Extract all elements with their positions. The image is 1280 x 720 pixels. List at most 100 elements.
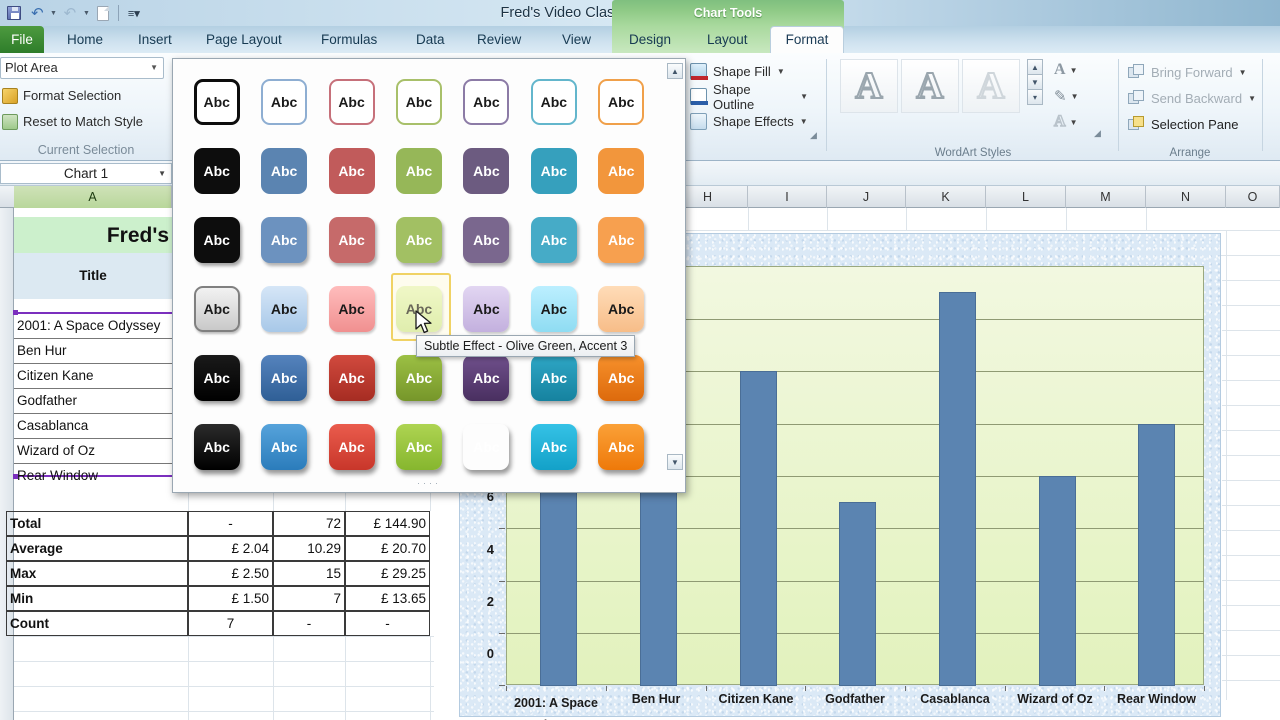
summary-price-total[interactable]: - xyxy=(188,511,273,536)
tab-layout[interactable]: Layout xyxy=(696,26,759,53)
summary-value-max[interactable]: £ 29.25 xyxy=(345,561,430,586)
style-swatch-5-3[interactable]: Abc xyxy=(318,343,385,412)
quick-access-toolbar[interactable]: ↷ ▼ ↶ ▼ ≡▾ xyxy=(4,2,144,24)
summary-label-max[interactable]: Max xyxy=(6,561,188,586)
gallery-scrollbar[interactable]: ▲ ▼ xyxy=(667,63,683,470)
summary-count-total[interactable]: 72 xyxy=(273,511,345,536)
style-swatch-6-5[interactable]: Abc xyxy=(453,412,520,481)
summary-label-average[interactable]: Average xyxy=(6,536,188,561)
summary-value-total[interactable]: £ 144.90 xyxy=(345,511,430,536)
column-header-j[interactable]: J xyxy=(827,186,906,208)
chevron-down-icon[interactable]: ▼ xyxy=(1070,66,1078,75)
shape-outline-button[interactable]: Shape Outline ▼ xyxy=(690,82,808,112)
redo-icon[interactable]: ↶ xyxy=(60,3,80,23)
summary-price-max[interactable]: £ 2.50 xyxy=(188,561,273,586)
chevron-down-icon[interactable]: ▼ xyxy=(800,117,808,126)
tab-review[interactable]: Review xyxy=(466,26,532,53)
bar-wizard-of-oz[interactable] xyxy=(1039,476,1076,686)
chevron-down-icon[interactable]: ▼ xyxy=(150,58,158,78)
gallery-resize-grip[interactable]: ···· xyxy=(173,478,685,488)
new-document-icon[interactable] xyxy=(93,3,113,23)
table-row[interactable]: 2001: A Space Odyssey xyxy=(14,314,172,339)
summary-price-count[interactable]: 7 xyxy=(188,611,273,636)
wordart-gallery-more-icon[interactable]: ▾ xyxy=(1027,89,1043,105)
style-swatch-6-7[interactable]: Abc xyxy=(588,412,655,481)
chevron-down-icon[interactable]: ▼ xyxy=(158,164,166,183)
style-swatch-1-4[interactable]: Abc xyxy=(385,67,452,136)
tab-format[interactable]: Format xyxy=(770,26,844,54)
column-header-a[interactable]: A xyxy=(14,186,172,208)
style-swatch-3-5[interactable]: Abc xyxy=(453,205,520,274)
summary-count-count[interactable]: - xyxy=(273,611,345,636)
bar-godfather[interactable] xyxy=(839,502,876,686)
tab-view[interactable]: View xyxy=(551,26,602,53)
undo-dropdown-icon[interactable]: ▼ xyxy=(50,10,57,17)
summary-label-min[interactable]: Min xyxy=(6,586,188,611)
column-header-l[interactable]: L xyxy=(986,186,1066,208)
tab-data[interactable]: Data xyxy=(405,26,456,53)
text-outline-button[interactable]: ✎ ▼ xyxy=(1054,83,1079,109)
bar-casablanca[interactable] xyxy=(939,292,976,686)
table-row[interactable]: Casablanca xyxy=(14,414,172,439)
style-swatch-4-3[interactable]: Abc xyxy=(318,274,385,343)
table-row[interactable]: Citizen Kane xyxy=(14,364,172,389)
bar-citizen-kane[interactable] xyxy=(740,371,777,686)
style-swatch-4-7[interactable]: Abc xyxy=(588,274,655,343)
style-swatch-3-4[interactable]: Abc xyxy=(385,205,452,274)
send-backward-button[interactable]: Send Backward ▼ xyxy=(1128,85,1256,111)
wordart-scroll-down-icon[interactable]: ▼ xyxy=(1027,74,1043,90)
summary-price-average[interactable]: £ 2.04 xyxy=(188,536,273,561)
shape-effects-button[interactable]: Shape Effects ▼ xyxy=(690,109,808,134)
chevron-down-icon[interactable]: ▼ xyxy=(1071,92,1079,101)
summary-price-min[interactable]: £ 1.50 xyxy=(188,586,273,611)
chevron-down-icon[interactable]: ▼ xyxy=(800,92,808,101)
style-swatch-1-5[interactable]: Abc xyxy=(453,67,520,136)
shape-fill-button[interactable]: Shape Fill ▼ xyxy=(690,59,808,84)
summary-label-count[interactable]: Count xyxy=(6,611,188,636)
wordart-gallery-scroll[interactable]: ▲ ▼ ▾ xyxy=(1027,59,1043,105)
shape-styles-gallery-popup[interactable]: Abc Abc Abc Abc Abc Abc Abc Abc Abc Abc … xyxy=(172,58,686,493)
style-swatch-2-1[interactable]: Abc xyxy=(183,136,250,205)
table-row[interactable]: Godfather xyxy=(14,389,172,414)
style-swatch-3-3[interactable]: Abc xyxy=(318,205,385,274)
shape-styles-grid[interactable]: Abc Abc Abc Abc Abc Abc Abc Abc Abc Abc … xyxy=(183,67,655,481)
wordart-scroll-up-icon[interactable]: ▲ xyxy=(1027,59,1043,75)
scroll-down-icon[interactable]: ▼ xyxy=(667,454,683,470)
summary-value-min[interactable]: £ 13.65 xyxy=(345,586,430,611)
chevron-down-icon[interactable]: ▼ xyxy=(1070,118,1078,127)
shape-styles-dialog-launcher[interactable]: ◢ xyxy=(810,130,817,141)
style-swatch-4-6[interactable]: Abc xyxy=(520,274,587,343)
save-icon[interactable] xyxy=(4,3,24,23)
style-swatch-2-5[interactable]: Abc xyxy=(453,136,520,205)
chevron-down-icon[interactable]: ▼ xyxy=(1248,94,1256,103)
style-swatch-4-2[interactable]: Abc xyxy=(250,274,317,343)
style-swatch-3-6[interactable]: Abc xyxy=(520,205,587,274)
scroll-up-icon[interactable]: ▲ xyxy=(667,63,683,79)
text-fill-button[interactable]: A ▼ xyxy=(1054,57,1079,83)
style-swatch-2-6[interactable]: Abc xyxy=(520,136,587,205)
wordart-gallery[interactable]: A A A xyxy=(840,59,1020,113)
style-swatch-3-2[interactable]: Abc xyxy=(250,205,317,274)
tab-insert[interactable]: Insert xyxy=(127,26,183,53)
style-swatch-1-2[interactable]: Abc xyxy=(250,67,317,136)
summary-count-max[interactable]: 15 xyxy=(273,561,345,586)
chart-element-dropdown[interactable]: Plot Area ▼ xyxy=(0,57,164,79)
report-title-cell[interactable]: Fred's xyxy=(14,217,172,253)
tab-file[interactable]: File xyxy=(0,26,44,53)
style-swatch-6-4[interactable]: Abc xyxy=(385,412,452,481)
selection-pane-button[interactable]: Selection Pane xyxy=(1128,111,1256,137)
bar-rear-window[interactable] xyxy=(1138,424,1175,686)
style-swatch-2-4[interactable]: Abc xyxy=(385,136,452,205)
format-selection-button[interactable]: Format Selection xyxy=(0,83,121,108)
bring-forward-button[interactable]: Bring Forward ▼ xyxy=(1128,59,1256,85)
customize-qat-icon[interactable]: ≡▾ xyxy=(124,3,144,23)
chevron-down-icon[interactable]: ▼ xyxy=(777,67,785,76)
table-row[interactable]: Wizard of Oz xyxy=(14,439,172,464)
style-swatch-6-2[interactable]: Abc xyxy=(250,412,317,481)
reset-to-match-style-button[interactable]: Reset to Match Style xyxy=(0,109,143,134)
style-swatch-2-2[interactable]: Abc xyxy=(250,136,317,205)
table-row[interactable]: Rear Window xyxy=(14,464,172,488)
row-header-column[interactable] xyxy=(0,208,14,720)
style-swatch-1-1[interactable]: Abc xyxy=(183,67,250,136)
style-swatch-3-1[interactable]: Abc xyxy=(183,205,250,274)
